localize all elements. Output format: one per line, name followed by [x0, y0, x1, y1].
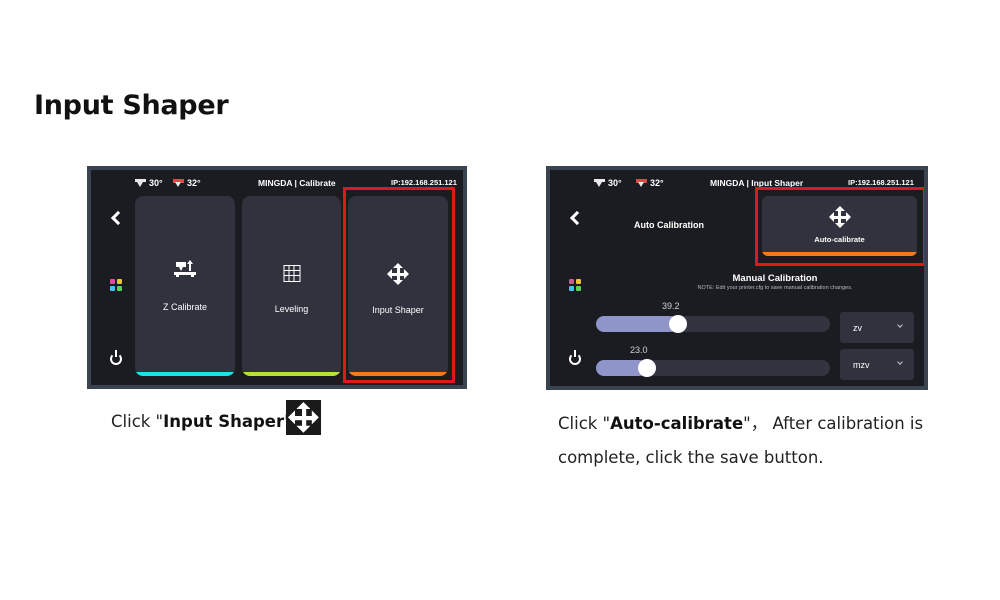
card-accent — [135, 372, 235, 376]
bed-icon — [173, 178, 184, 188]
input-shaper-screen: 30° 32° MINGDA | Input Shaper IP:192.168… — [546, 166, 928, 390]
calibrate-screen: 30° 32° MINGDA | Calibrate IP:192.168.25… — [87, 166, 467, 389]
move-icon — [288, 402, 319, 433]
nozzle-temp: 30° — [594, 178, 622, 188]
caption-step-2: Click "Auto-calibrate"， After calibratio… — [558, 407, 923, 475]
nozzle-temp-value: 30° — [608, 178, 622, 188]
caption-text: Click " — [111, 412, 164, 431]
highlight-box — [755, 187, 924, 266]
apps-icon[interactable] — [110, 279, 122, 291]
bed-temp-value: 32° — [187, 178, 201, 188]
caption-bold: Input Shaper — [163, 412, 285, 431]
caption-text: complete, click the save button. — [558, 448, 824, 467]
bed-icon — [636, 178, 647, 188]
power-icon[interactable] — [110, 350, 122, 365]
caption-text: "， After calibration is — [743, 414, 924, 433]
back-icon[interactable] — [569, 210, 585, 226]
slider-fill — [596, 316, 678, 332]
slider-knob[interactable] — [668, 315, 687, 333]
nozzle-temp: 30° — [135, 178, 163, 188]
manual-calibration-title: Manual Calibration — [732, 273, 818, 284]
shaper-type-select[interactable]: mzv — [840, 349, 914, 380]
z-calibrate-icon — [174, 260, 196, 278]
ip-address: IP:192.168.251.121 — [391, 178, 457, 187]
nozzle-icon — [594, 178, 605, 188]
apps-icon[interactable] — [569, 279, 581, 291]
select-value: zv — [853, 323, 862, 333]
caption-step-1: Click "Input Shaper" — [111, 405, 292, 439]
card-leveling[interactable]: Leveling — [242, 196, 341, 376]
card-accent — [242, 372, 341, 376]
nozzle-icon — [135, 178, 146, 188]
chevron-down-icon — [897, 359, 903, 365]
slider-knob[interactable] — [638, 359, 657, 377]
shaper-type-select[interactable]: zv — [840, 312, 914, 343]
page-title: Input Shaper — [34, 90, 229, 121]
card-z-calibrate[interactable]: Z Calibrate — [135, 196, 235, 376]
slider-value: 23.0 — [630, 345, 648, 355]
select-value: mzv — [853, 360, 870, 370]
bed-temp-value: 32° — [650, 178, 664, 188]
nozzle-temp-value: 30° — [149, 178, 163, 188]
bed-temp: 32° — [636, 178, 664, 188]
caption-bold: Auto-calibrate — [610, 414, 744, 433]
power-icon[interactable] — [569, 350, 581, 365]
bed-temp: 32° — [173, 178, 201, 188]
input-shaper-icon — [286, 400, 321, 435]
screen-title: MINGDA | Calibrate — [258, 178, 336, 188]
grid-icon — [283, 265, 300, 282]
auto-calibration-label: Auto Calibration — [634, 220, 704, 230]
back-icon[interactable] — [110, 210, 126, 226]
manual-calibration-note: NOTE: Edit your printer.cfg to save manu… — [697, 285, 853, 291]
card-label: Leveling — [274, 304, 309, 314]
slider-value: 39.2 — [662, 301, 680, 311]
caption-text: Click " — [558, 414, 611, 433]
highlight-box — [343, 187, 455, 383]
ip-address: IP:192.168.251.121 — [848, 178, 914, 187]
chevron-down-icon — [897, 322, 903, 328]
card-label: Z Calibrate — [162, 302, 207, 312]
